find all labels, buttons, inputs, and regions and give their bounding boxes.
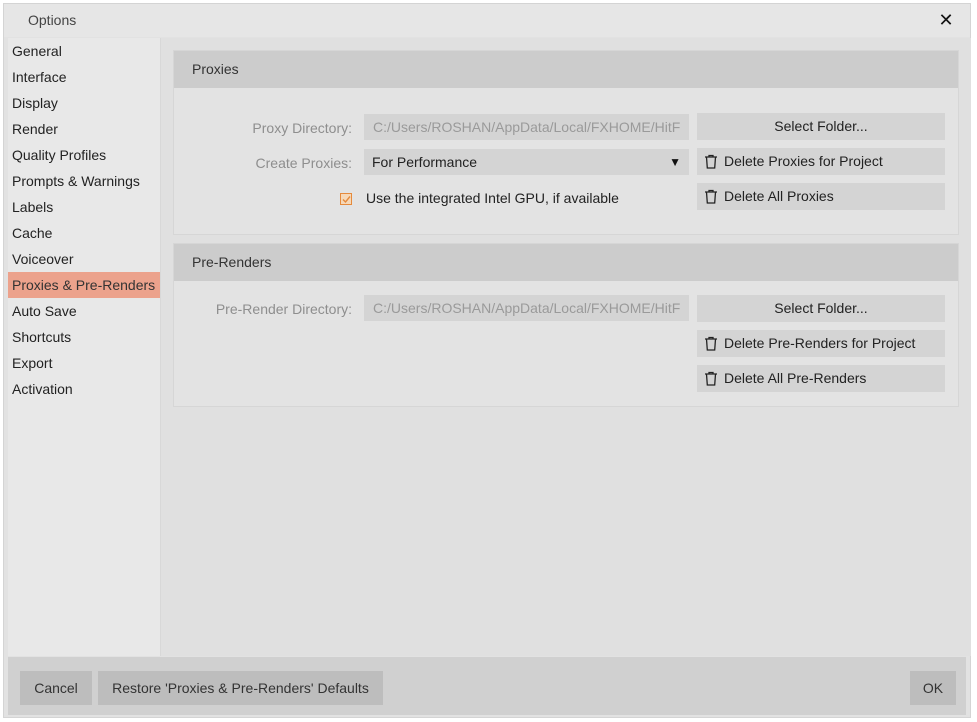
settings-panel: Proxies Proxy Directory: C:/Users/ROSHAN… — [161, 38, 971, 656]
trash-icon — [705, 154, 717, 169]
sidebar-item-shortcuts[interactable]: Shortcuts — [8, 324, 160, 350]
close-icon: ✕ — [938, 9, 954, 30]
delete-proxies-project-label: Delete Proxies for Project — [724, 153, 883, 169]
restore-defaults-button[interactable]: Restore 'Proxies & Pre-Renders' Defaults — [98, 671, 383, 705]
sidebar-item-voiceover[interactable]: Voiceover — [8, 246, 160, 272]
trash-icon — [705, 336, 717, 351]
proxy-select-folder-button[interactable]: Select Folder... — [697, 113, 945, 140]
sidebar-item-proxies-pre-renders[interactable]: Proxies & Pre-Renders — [8, 272, 160, 298]
sidebar-item-auto-save[interactable]: Auto Save — [8, 298, 160, 324]
delete-proxies-project-button[interactable]: Delete Proxies for Project — [697, 148, 945, 175]
sidebar-item-activation[interactable]: Activation — [8, 376, 160, 402]
proxies-section: Proxies Proxy Directory: C:/Users/ROSHAN… — [173, 50, 959, 235]
sidebar-item-quality-profiles[interactable]: Quality Profiles — [8, 142, 160, 168]
cancel-button[interactable]: Cancel — [20, 671, 92, 705]
delete-all-pre-renders-label: Delete All Pre-Renders — [724, 370, 867, 386]
proxy-directory-label: Proxy Directory: — [252, 120, 352, 136]
trash-icon — [705, 189, 717, 204]
pre-render-select-folder-button[interactable]: Select Folder... — [697, 295, 945, 322]
ok-button[interactable]: OK — [910, 671, 956, 705]
proxies-section-header: Proxies — [174, 51, 958, 88]
options-dialog: Options ✕ General Interface Display Rend… — [3, 3, 971, 718]
sidebar-item-labels[interactable]: Labels — [8, 194, 160, 220]
pre-render-directory-field[interactable]: C:/Users/ROSHAN/AppData/Local/FXHOME/Hit… — [364, 295, 689, 321]
sidebar-item-interface[interactable]: Interface — [8, 64, 160, 90]
delete-pre-renders-project-label: Delete Pre-Renders for Project — [724, 335, 916, 351]
sidebar-item-cache[interactable]: Cache — [8, 220, 160, 246]
options-sidebar: General Interface Display Render Quality… — [8, 38, 161, 656]
intel-gpu-label: Use the integrated Intel GPU, if availab… — [366, 190, 619, 206]
checkmark-icon — [342, 196, 351, 204]
intel-gpu-checkbox[interactable] — [340, 193, 352, 205]
sidebar-item-display[interactable]: Display — [8, 90, 160, 116]
pre-renders-section-header: Pre-Renders — [174, 244, 958, 281]
create-proxies-select[interactable]: For Performance ▼ — [364, 149, 689, 175]
pre-render-directory-label: Pre-Render Directory: — [215, 301, 352, 317]
delete-all-proxies-label: Delete All Proxies — [724, 188, 834, 204]
sidebar-item-render[interactable]: Render — [8, 116, 160, 142]
delete-all-pre-renders-button[interactable]: Delete All Pre-Renders — [697, 365, 945, 392]
delete-pre-renders-project-button[interactable]: Delete Pre-Renders for Project — [697, 330, 945, 357]
pre-renders-section: Pre-Renders Pre-Render Directory: C:/Use… — [173, 243, 959, 407]
proxy-directory-field[interactable]: C:/Users/ROSHAN/AppData/Local/FXHOME/Hit… — [364, 114, 689, 140]
create-proxies-value: For Performance — [372, 154, 478, 170]
delete-all-proxies-button[interactable]: Delete All Proxies — [697, 183, 945, 210]
trash-icon — [705, 371, 717, 386]
sidebar-item-prompts-warnings[interactable]: Prompts & Warnings — [8, 168, 160, 194]
title-bar: Options ✕ — [4, 4, 970, 37]
dropdown-arrow-icon: ▼ — [669, 155, 681, 169]
create-proxies-label: Create Proxies: — [255, 155, 352, 171]
sidebar-item-general[interactable]: General — [8, 38, 160, 64]
dialog-footer: Cancel Restore 'Proxies & Pre-Renders' D… — [8, 657, 966, 715]
dialog-title: Options — [28, 12, 77, 28]
sidebar-item-export[interactable]: Export — [8, 350, 160, 376]
close-button[interactable]: ✕ — [934, 8, 958, 32]
